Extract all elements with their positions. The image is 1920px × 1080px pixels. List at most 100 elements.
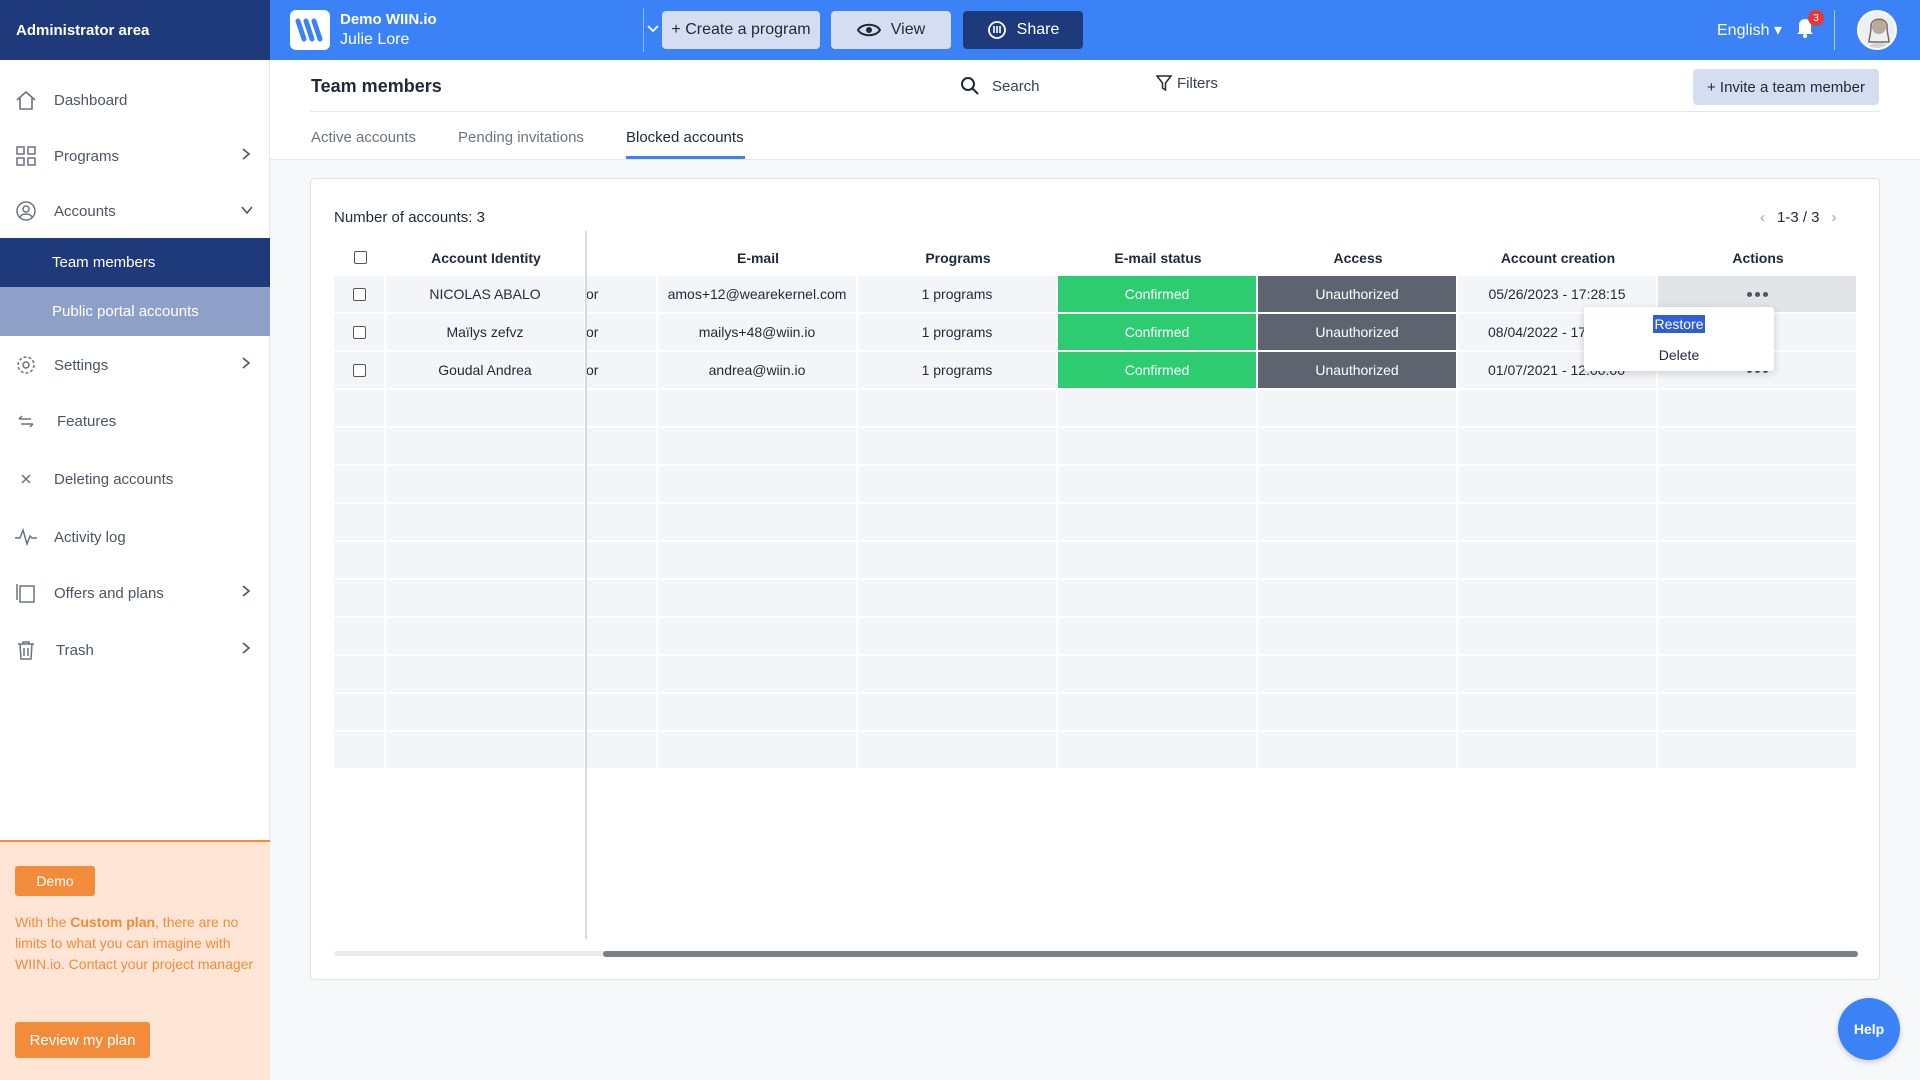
program-switcher[interactable]: Demo WIIN.io Julie Lore xyxy=(290,9,660,51)
sidebar-item-label: Deleting accounts xyxy=(54,470,174,488)
column-header[interactable]: Account creation xyxy=(1458,239,1658,276)
chevron-right-icon[interactable]: › xyxy=(1832,209,1837,226)
empty-cell xyxy=(334,618,386,655)
sidebar-item-public-portal-accounts[interactable]: Public portal accounts xyxy=(0,287,270,336)
sidebar-item-settings[interactable]: Settings xyxy=(0,340,270,390)
help-button[interactable]: Help xyxy=(1838,998,1900,1060)
empty-cell xyxy=(1058,580,1258,617)
divider xyxy=(310,111,1880,112)
chevron-right-icon xyxy=(240,147,252,165)
restore-menu-item[interactable]: Restore xyxy=(1584,309,1774,339)
empty-cell xyxy=(334,656,386,693)
trash-icon xyxy=(14,638,38,662)
empty-cell xyxy=(858,390,1058,427)
empty-table-row xyxy=(334,390,1858,427)
search-icon xyxy=(961,77,979,95)
sidebar-item-label: Settings xyxy=(54,356,109,374)
empty-cell xyxy=(386,580,586,617)
empty-cell xyxy=(386,390,586,427)
sidebar-item-programs[interactable]: Programs xyxy=(0,131,270,181)
topbar-divider xyxy=(1834,10,1835,50)
empty-cell xyxy=(334,390,386,427)
empty-cell xyxy=(386,504,586,541)
restore-label: Restore xyxy=(1653,315,1705,333)
sidebar-item-label: Trash xyxy=(56,641,94,659)
sidebar-item-dashboard[interactable]: Dashboard xyxy=(0,75,270,125)
filters-button[interactable]: Filters xyxy=(1155,74,1218,92)
plan-promo: Demo With the Custom plan, there are no … xyxy=(0,840,270,1080)
sidebar-item-offers-and-plans[interactable]: Offers and plans xyxy=(0,568,270,618)
avatar[interactable] xyxy=(1857,10,1897,50)
empty-cell xyxy=(1458,732,1658,769)
column-header[interactable]: Account Identity xyxy=(386,239,586,276)
empty-cell xyxy=(1258,694,1458,731)
sidebar-item-deleting-accounts[interactable]: Deleting accounts xyxy=(0,454,270,504)
empty-cell xyxy=(858,466,1058,503)
empty-table-row xyxy=(334,618,1858,655)
identity-cell: Goudal Andrea xyxy=(386,352,586,389)
sidebar-item-team-members[interactable]: Team members xyxy=(0,238,270,287)
caret-down-icon: ▾ xyxy=(1773,22,1782,39)
empty-table-row xyxy=(334,694,1858,731)
email-status-badge: Confirmed xyxy=(1058,352,1258,389)
tab-pending-invitations[interactable]: Pending invitations xyxy=(458,129,584,146)
row-checkbox[interactable] xyxy=(352,363,366,377)
eye-icon xyxy=(856,23,881,37)
search-button[interactable]: Search xyxy=(960,76,1040,96)
column-header[interactable]: Programs xyxy=(858,239,1058,276)
empty-cell xyxy=(658,732,858,769)
empty-cell xyxy=(858,732,1058,769)
language-selector[interactable]: English ▾ xyxy=(1717,20,1782,40)
column-header[interactable]: E-mail xyxy=(658,239,858,276)
sidebar-item-label: Dashboard xyxy=(54,91,128,109)
email-status-badge: Confirmed xyxy=(1058,314,1258,351)
chevron-left-icon[interactable]: ‹ xyxy=(1760,209,1765,226)
user-circle-icon xyxy=(14,199,38,223)
review-plan-button[interactable]: Review my plan xyxy=(15,1022,150,1058)
view-button[interactable]: View xyxy=(831,11,951,49)
select-all-checkbox[interactable] xyxy=(353,251,367,264)
frozen-column-divider xyxy=(585,231,587,939)
tab-blocked-accounts[interactable]: Blocked accounts xyxy=(626,129,744,146)
empty-cell xyxy=(586,542,658,579)
tab-active-accounts[interactable]: Active accounts xyxy=(311,129,416,146)
empty-cell xyxy=(1458,466,1658,503)
empty-cell xyxy=(1058,504,1258,541)
chevron-right-icon xyxy=(240,641,252,659)
pagination-label: 1-3 / 3 xyxy=(1777,209,1820,226)
sidebar-item-trash[interactable]: Trash xyxy=(0,625,270,675)
create-program-button[interactable]: + Create a program xyxy=(662,11,820,49)
empty-cell xyxy=(858,618,1058,655)
empty-cell xyxy=(586,580,658,617)
brand-name: Demo WIIN.io xyxy=(340,11,437,28)
empty-cell xyxy=(1658,428,1858,465)
sidebar-item-features[interactable]: Features xyxy=(0,396,270,446)
empty-table-row xyxy=(334,504,1858,541)
empty-cell xyxy=(1458,428,1658,465)
scrollbar-thumb[interactable] xyxy=(603,951,1858,957)
row-checkbox[interactable] xyxy=(352,325,366,339)
invite-team-member-button[interactable]: + Invite a team member xyxy=(1693,69,1879,105)
programs-cell: 1 programs xyxy=(858,276,1058,313)
close-icon xyxy=(14,467,38,491)
empty-cell xyxy=(1458,694,1658,731)
view-label: View xyxy=(890,21,926,38)
share-button[interactable]: Share xyxy=(963,11,1083,49)
sidebar-item-activity-log[interactable]: Activity log xyxy=(0,512,270,562)
empty-cell xyxy=(1658,580,1858,617)
empty-table-row xyxy=(334,656,1858,693)
row-select-cell xyxy=(334,276,386,313)
column-header[interactable]: Access xyxy=(1258,239,1458,276)
delete-menu-item[interactable]: Delete xyxy=(1584,340,1774,370)
empty-cell xyxy=(1658,732,1858,769)
empty-cell xyxy=(386,542,586,579)
column-header[interactable]: E-mail status xyxy=(1058,239,1258,276)
empty-cell xyxy=(658,390,858,427)
brand-logo-icon xyxy=(290,10,330,50)
row-checkbox[interactable] xyxy=(352,287,366,301)
sidebar-item-accounts[interactable]: Accounts xyxy=(0,186,270,236)
more-actions-icon[interactable] xyxy=(1746,291,1768,297)
sidebar-item-label: Programs xyxy=(54,147,120,165)
accounts-card: Number of accounts: 3 ‹ 1-3 / 3 › Accoun… xyxy=(310,178,1880,980)
chevron-down-icon xyxy=(240,203,254,220)
